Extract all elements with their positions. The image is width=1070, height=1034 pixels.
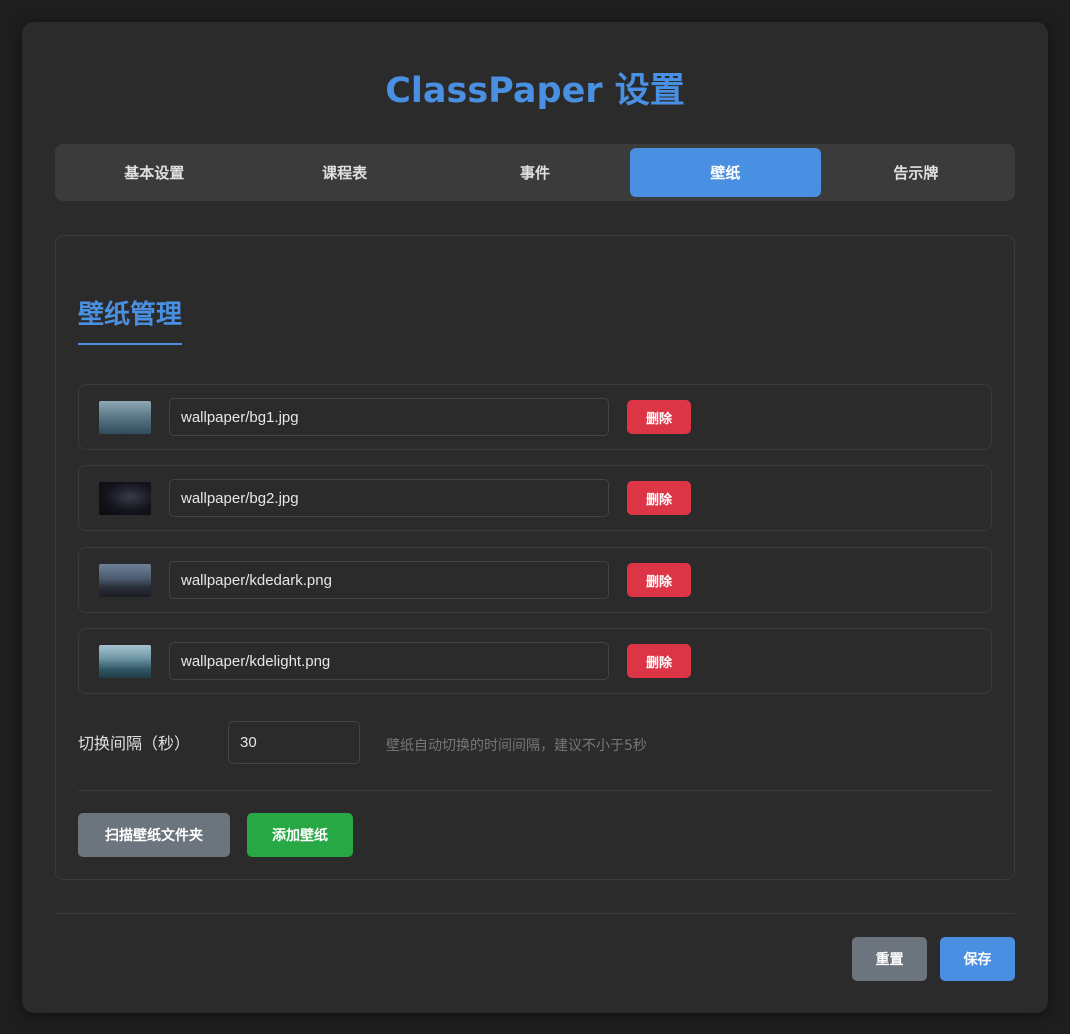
interval-input[interactable] bbox=[228, 721, 360, 764]
interval-label: 切换间隔（秒） bbox=[78, 734, 191, 753]
footer-divider bbox=[55, 913, 1015, 914]
wallpaper-path-input[interactable] bbox=[169, 398, 609, 436]
tab-wallpaper[interactable]: 壁纸 bbox=[630, 148, 821, 197]
app-title: ClassPaper 设置 bbox=[385, 71, 685, 111]
wallpaper-item: 删除 bbox=[78, 628, 992, 694]
delete-wallpaper-button[interactable]: 删除 bbox=[627, 563, 691, 597]
add-wallpaper-button[interactable]: 添加壁纸 bbox=[247, 813, 353, 857]
tab-basic-settings[interactable]: 基本设置 bbox=[59, 148, 249, 197]
wallpaper-item: 删除 bbox=[78, 547, 992, 613]
wallpaper-thumbnail bbox=[99, 645, 151, 678]
section-title: 壁纸管理 bbox=[78, 294, 183, 345]
tab-bar: 基本设置 课程表 事件 壁纸 告示牌 bbox=[55, 144, 1015, 201]
delete-wallpaper-button[interactable]: 删除 bbox=[627, 644, 691, 678]
wallpaper-thumbnail bbox=[99, 482, 151, 515]
wallpaper-path-input[interactable] bbox=[169, 561, 609, 599]
interval-hint: 壁纸自动切换的时间间隔，建议不小于5秒 bbox=[386, 738, 647, 754]
wallpaper-path-input[interactable] bbox=[169, 479, 609, 517]
wallpaper-path-input[interactable] bbox=[169, 642, 609, 680]
save-button[interactable]: 保存 bbox=[940, 937, 1015, 981]
wallpaper-panel: 壁纸管理 删除 删除 删除 删除 切换间隔（秒） 壁纸自动切换的时间间隔，建议不… bbox=[55, 235, 1015, 880]
wallpaper-thumbnail bbox=[99, 564, 151, 597]
reset-button[interactable]: 重置 bbox=[852, 937, 927, 981]
delete-wallpaper-button[interactable]: 删除 bbox=[627, 400, 691, 434]
delete-wallpaper-button[interactable]: 删除 bbox=[627, 481, 691, 515]
tab-events[interactable]: 事件 bbox=[440, 148, 630, 197]
tab-schedule[interactable]: 课程表 bbox=[249, 148, 439, 197]
scan-folder-button[interactable]: 扫描壁纸文件夹 bbox=[78, 813, 230, 857]
tab-notice-board[interactable]: 告示牌 bbox=[821, 148, 1011, 197]
wallpaper-thumbnail bbox=[99, 401, 151, 434]
settings-window: ClassPaper 设置 基本设置 课程表 事件 壁纸 告示牌 壁纸管理 删除… bbox=[22, 22, 1048, 1013]
wallpaper-item: 删除 bbox=[78, 465, 992, 531]
divider bbox=[78, 790, 992, 791]
wallpaper-item: 删除 bbox=[78, 384, 992, 450]
